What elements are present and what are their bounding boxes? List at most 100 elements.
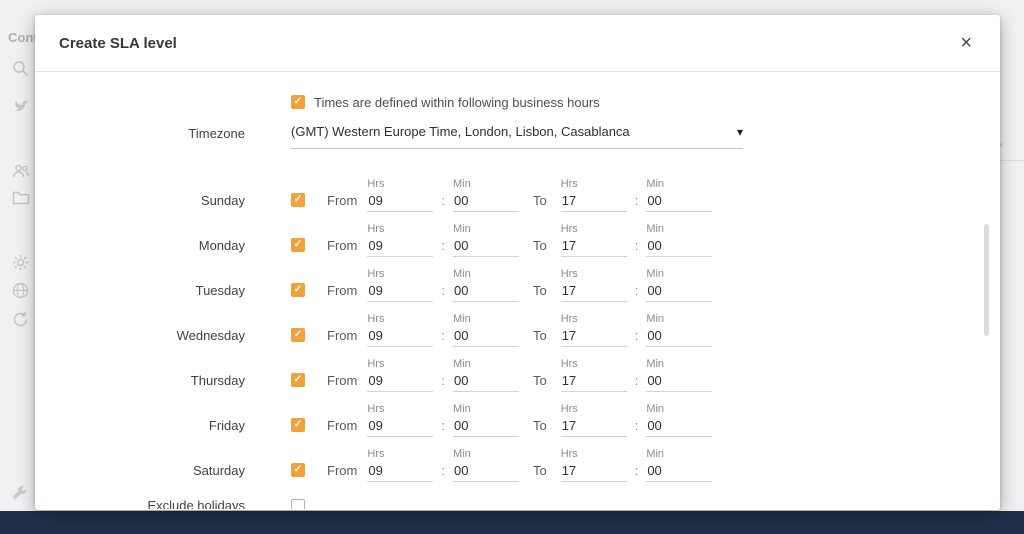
to-minutes-input[interactable]: [646, 281, 712, 302]
exclude-holidays-row: Exclude holidays: [35, 498, 1000, 509]
to-hours-input[interactable]: [561, 281, 627, 302]
day-row: Saturday ✓ From Hrs : Min To Hrs : Min: [35, 447, 1000, 492]
min-label: Min: [646, 312, 712, 326]
to-minutes-input[interactable]: [646, 461, 712, 482]
to-minutes-field: Min: [646, 402, 712, 447]
to-hours-input[interactable]: [561, 371, 627, 392]
to-minutes-field: Min: [646, 177, 712, 222]
timezone-row: Timezone (GMT) Western Europe Time, Lond…: [35, 124, 1000, 149]
check-icon: ✓: [294, 285, 302, 295]
modal-header: Create SLA level ×: [35, 15, 1000, 72]
time-separator: :: [441, 371, 445, 402]
from-hours-field: Hrs: [367, 357, 433, 402]
to-hours-field: Hrs: [561, 447, 627, 492]
from-label: From: [327, 461, 357, 492]
close-icon[interactable]: ×: [956, 31, 976, 55]
create-sla-modal: Create SLA level × ✓ Times are defined w…: [35, 15, 1000, 510]
check-icon: ✓: [294, 375, 302, 385]
day-label: Tuesday: [35, 281, 245, 312]
day-checkbox[interactable]: ✓: [291, 373, 305, 387]
hrs-label: Hrs: [561, 267, 627, 281]
business-hours-checkbox[interactable]: ✓: [291, 95, 305, 109]
to-minutes-field: Min: [646, 357, 712, 402]
hrs-label: Hrs: [367, 312, 433, 326]
timezone-select[interactable]: (GMT) Western Europe Time, London, Lisbo…: [291, 124, 743, 149]
from-minutes-input[interactable]: [453, 281, 519, 302]
to-hours-input[interactable]: [561, 416, 627, 437]
to-minutes-input[interactable]: [646, 416, 712, 437]
to-label: To: [533, 461, 547, 492]
from-minutes-input[interactable]: [453, 461, 519, 482]
from-minutes-input[interactable]: [453, 191, 519, 212]
from-label: From: [327, 191, 357, 222]
from-hours-field: Hrs: [367, 177, 433, 222]
to-hours-input[interactable]: [561, 191, 627, 212]
day-checkbox[interactable]: ✓: [291, 463, 305, 477]
to-minutes-input[interactable]: [646, 236, 712, 257]
day-label: Friday: [35, 416, 245, 447]
to-hours-input[interactable]: [561, 461, 627, 482]
time-separator: :: [635, 326, 639, 357]
to-hours-field: Hrs: [561, 357, 627, 402]
min-label: Min: [646, 177, 712, 191]
from-minutes-input[interactable]: [453, 236, 519, 257]
time-separator: :: [635, 281, 639, 312]
modal-title: Create SLA level: [59, 35, 177, 52]
from-hours-field: Hrs: [367, 222, 433, 267]
to-minutes-input[interactable]: [646, 371, 712, 392]
check-icon: ✓: [294, 195, 302, 205]
from-hours-input[interactable]: [367, 371, 433, 392]
day-label: Sunday: [35, 191, 245, 222]
from-hours-input[interactable]: [367, 461, 433, 482]
to-minutes-input[interactable]: [646, 326, 712, 347]
day-label: Monday: [35, 236, 245, 267]
day-row: Wednesday ✓ From Hrs : Min To Hrs : Min: [35, 312, 1000, 357]
chevron-down-icon: ▾: [737, 127, 743, 137]
time-separator: :: [635, 371, 639, 402]
check-icon: ✓: [294, 330, 302, 340]
to-hours-input[interactable]: [561, 326, 627, 347]
min-label: Min: [453, 177, 519, 191]
day-checkbox[interactable]: ✓: [291, 283, 305, 297]
to-minutes-field: Min: [646, 447, 712, 492]
day-checkbox[interactable]: ✓: [291, 193, 305, 207]
min-label: Min: [646, 402, 712, 416]
day-checkbox[interactable]: ✓: [291, 418, 305, 432]
from-minutes-input[interactable]: [453, 371, 519, 392]
from-hours-input[interactable]: [367, 236, 433, 257]
hrs-label: Hrs: [561, 312, 627, 326]
from-minutes-input[interactable]: [453, 416, 519, 437]
to-label: To: [533, 236, 547, 267]
to-hours-input[interactable]: [561, 236, 627, 257]
to-hours-field: Hrs: [561, 312, 627, 357]
day-row: Sunday ✓ From Hrs : Min To Hrs : Min: [35, 177, 1000, 222]
to-minutes-input[interactable]: [646, 191, 712, 212]
from-minutes-input[interactable]: [453, 326, 519, 347]
time-separator: :: [635, 236, 639, 267]
day-row: Friday ✓ From Hrs : Min To Hrs : Min: [35, 402, 1000, 447]
time-separator: :: [635, 191, 639, 222]
from-hours-input[interactable]: [367, 326, 433, 347]
day-row: Thursday ✓ From Hrs : Min To Hrs : Min: [35, 357, 1000, 402]
hrs-label: Hrs: [367, 267, 433, 281]
from-hours-input[interactable]: [367, 416, 433, 437]
modal-scrollbar[interactable]: [984, 224, 989, 336]
hrs-label: Hrs: [367, 357, 433, 371]
day-label: Saturday: [35, 461, 245, 492]
day-checkbox[interactable]: ✓: [291, 238, 305, 252]
from-label: From: [327, 236, 357, 267]
hrs-label: Hrs: [561, 447, 627, 461]
day-label: Thursday: [35, 371, 245, 402]
from-hours-input[interactable]: [367, 281, 433, 302]
from-hours-input[interactable]: [367, 191, 433, 212]
hrs-label: Hrs: [561, 177, 627, 191]
to-hours-field: Hrs: [561, 177, 627, 222]
from-hours-field: Hrs: [367, 402, 433, 447]
to-minutes-field: Min: [646, 312, 712, 357]
day-checkbox[interactable]: ✓: [291, 328, 305, 342]
day-row: Tuesday ✓ From Hrs : Min To Hrs : Min: [35, 267, 1000, 312]
check-icon: ✓: [294, 97, 302, 107]
exclude-holidays-checkbox[interactable]: [291, 499, 305, 509]
hrs-label: Hrs: [367, 402, 433, 416]
to-hours-field: Hrs: [561, 402, 627, 447]
